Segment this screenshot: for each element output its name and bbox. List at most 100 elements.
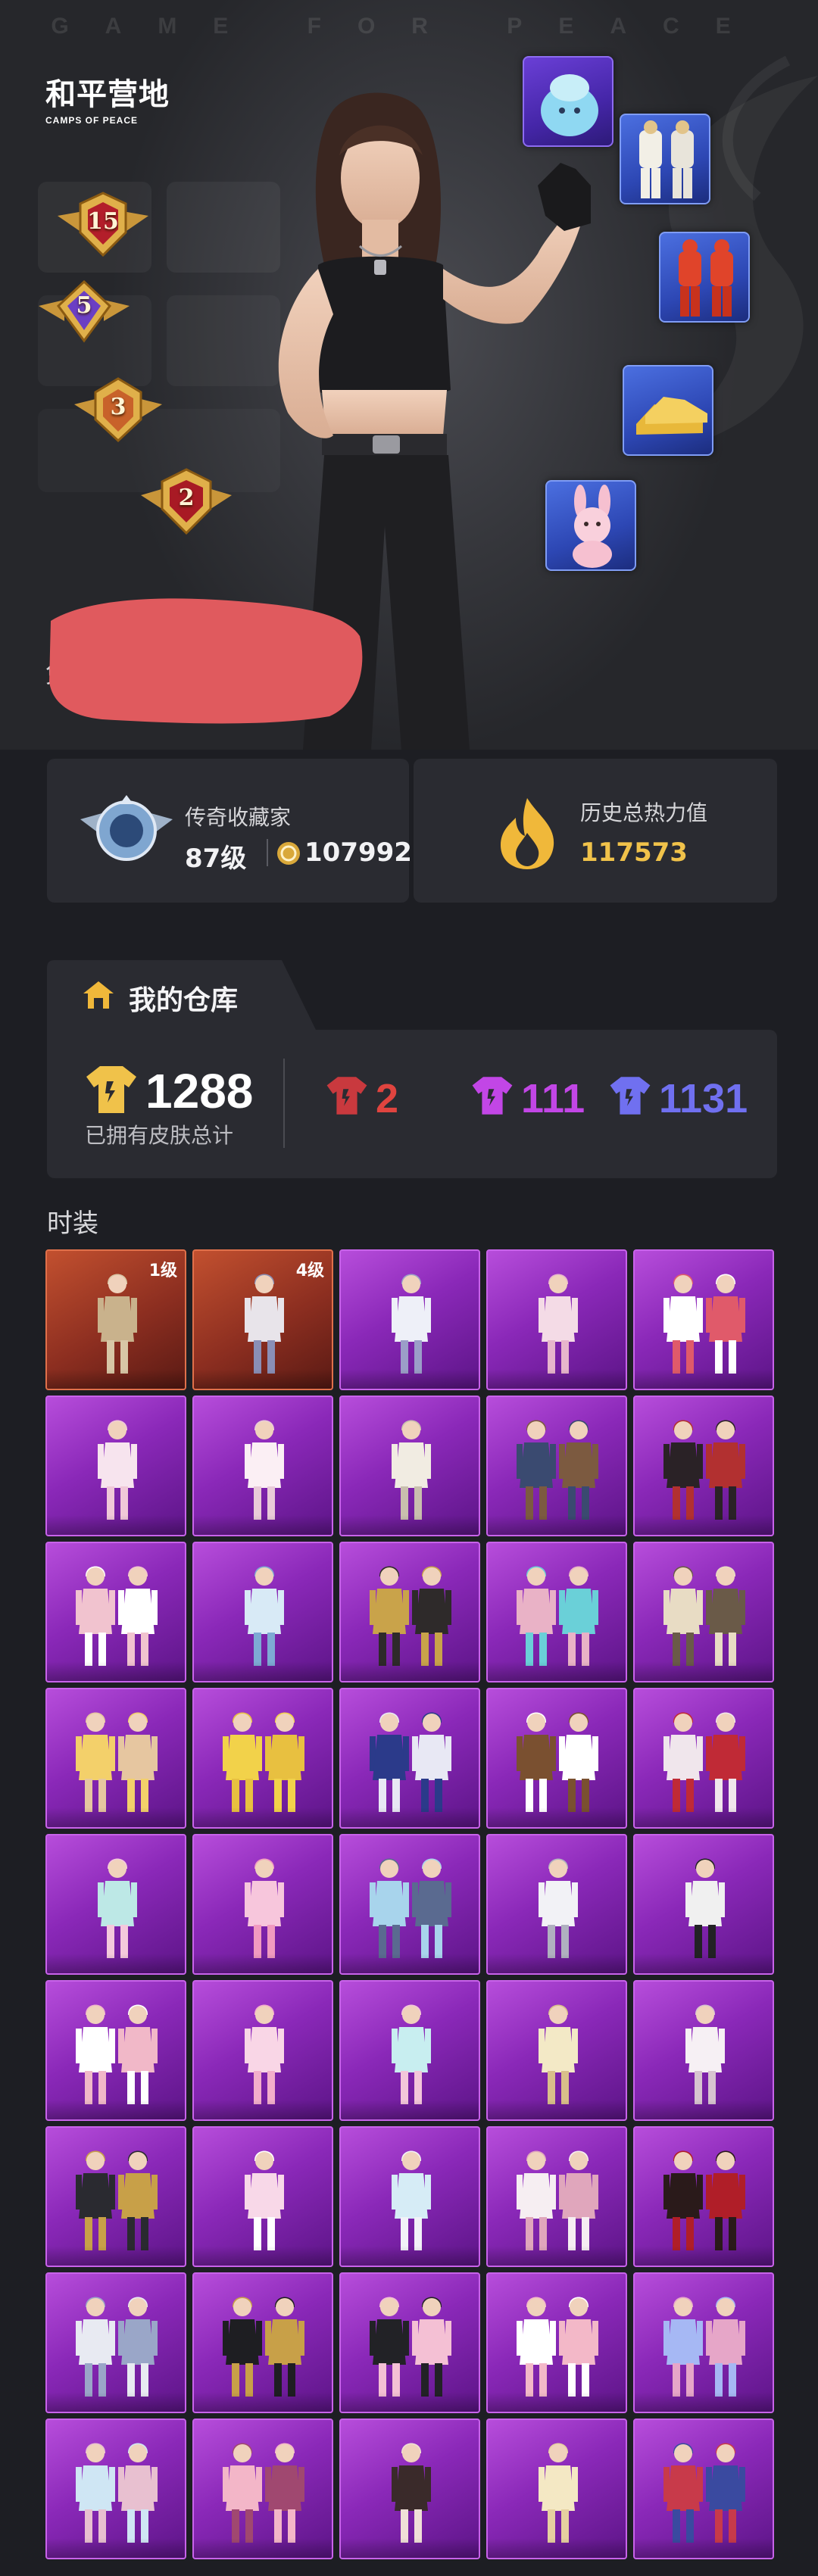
outfit-figure-icon	[370, 1566, 451, 1666]
rank-badge-orange[interactable]: 3	[68, 371, 168, 454]
hero-watermark: GAME FOR PEACE	[51, 14, 767, 39]
outfit-tile[interactable]	[633, 1249, 774, 1390]
outfit-figure-icon	[370, 1858, 451, 1958]
app-logo[interactable]: 和平营地 CAMPS OF PEACE	[45, 70, 197, 126]
outfit-figure-icon	[685, 1858, 725, 1958]
outfit-tile[interactable]	[486, 2272, 627, 2413]
outfit-tile[interactable]	[633, 2419, 774, 2559]
outfit-tile[interactable]	[339, 1396, 480, 1536]
outfit-tile[interactable]	[633, 1834, 774, 1975]
outfit-tile[interactable]	[486, 1396, 627, 1536]
rank-number: 3	[110, 394, 126, 420]
collector-emblem-icon	[80, 795, 173, 861]
red-tier-count: 2	[376, 1076, 399, 1121]
outfit-tile[interactable]	[45, 1396, 186, 1536]
flame-icon	[501, 798, 554, 869]
outfit-figure-icon	[76, 2004, 158, 2104]
blue-tier-count: 1131	[659, 1076, 748, 1121]
outfit-tile[interactable]	[45, 1980, 186, 2121]
sneaker-icon	[636, 397, 707, 435]
outfit-figure-icon	[76, 2443, 158, 2543]
showcase-item-blue-plush-hat[interactable]	[523, 56, 614, 147]
outfit-figure-icon	[663, 2297, 745, 2397]
outfit-figure-icon	[392, 2004, 431, 2104]
outfit-figure-icon	[663, 2150, 745, 2250]
outfit-tile[interactable]	[192, 1396, 333, 1536]
outfit-tile[interactable]	[45, 1542, 186, 1683]
outfit-figure-icon	[245, 2150, 284, 2250]
outfit-tile[interactable]	[192, 1688, 333, 1829]
outfit-tile[interactable]	[339, 1980, 480, 2121]
outfit-tile[interactable]	[486, 2419, 627, 2559]
outfit-tile[interactable]	[486, 1542, 627, 1683]
outfit-tile[interactable]	[633, 1688, 774, 1829]
outfit-tile[interactable]	[339, 1542, 480, 1683]
outfit-figure-icon	[539, 1858, 578, 1958]
outfit-tile[interactable]	[45, 2126, 186, 2267]
heat-value: 117573	[580, 837, 688, 868]
outfit-tile[interactable]: 4级	[192, 1249, 333, 1390]
outfit-tile[interactable]: 1级	[45, 1249, 186, 1390]
outfit-tile[interactable]	[192, 2126, 333, 2267]
warehouse-tab[interactable]: 我的仓库	[47, 960, 320, 1030]
outfit-figure-icon	[76, 1566, 158, 1666]
outfit-figure-icon	[539, 2443, 578, 2543]
outfit-figure-icon	[663, 1712, 745, 1812]
outfit-figure-icon	[517, 1566, 598, 1666]
outfit-figure-icon	[76, 2150, 158, 2250]
outfit-figure-icon	[663, 1274, 745, 1374]
rank-badge-purple[interactable]: 5	[34, 273, 134, 356]
outfit-tile[interactable]	[192, 2272, 333, 2413]
outfit-tile[interactable]	[486, 2126, 627, 2267]
outfit-pair-icon	[679, 239, 733, 317]
outfit-tile[interactable]	[339, 1688, 480, 1829]
outfit-tile[interactable]	[633, 2272, 774, 2413]
outfit-tile[interactable]	[192, 1834, 333, 1975]
showcase-item-red-outfit-pair[interactable]	[659, 232, 750, 323]
outfit-figure-icon	[245, 1566, 284, 1666]
outfit-figure-icon	[517, 1712, 598, 1812]
outfit-tile[interactable]	[339, 2126, 480, 2267]
hero-banner: GAME FOR PEACE 和平营地 CAMPS OF PEACE 15 5 …	[0, 0, 818, 750]
outfit-tile[interactable]	[486, 1249, 627, 1390]
outfit-tile[interactable]	[192, 1542, 333, 1683]
showcase-item-pink-bunny-plush[interactable]	[545, 480, 636, 571]
collector-card[interactable]: 传奇收藏家 87级 107992	[47, 759, 412, 903]
heat-card[interactable]: 历史总热力值 117573	[414, 759, 777, 903]
outfit-tile[interactable]	[45, 2272, 186, 2413]
outfit-tile[interactable]	[339, 2272, 480, 2413]
showcase-item-white-outfit-pair[interactable]	[620, 114, 710, 204]
outfit-tile[interactable]	[339, 1834, 480, 1975]
logo-main-text: 和平营地	[45, 77, 170, 112]
outfit-tile[interactable]	[339, 1249, 480, 1390]
outfit-tile[interactable]	[633, 1396, 774, 1536]
outfit-figure-icon	[517, 1420, 598, 1520]
outfit-figure-icon	[223, 2443, 304, 2543]
outfit-tile[interactable]	[633, 2126, 774, 2267]
total-skins-count: 1288	[145, 1064, 254, 1118]
redaction-mark	[49, 598, 363, 724]
outfit-tile[interactable]	[45, 2419, 186, 2559]
showcase-item-gold-sneakers[interactable]	[623, 365, 713, 456]
outfit-tile[interactable]	[486, 1834, 627, 1975]
blue-shirt-icon	[610, 1077, 651, 1115]
outfit-tile[interactable]	[633, 1980, 774, 2121]
outfit-figure-icon	[245, 1858, 284, 1958]
stat-divider	[267, 839, 268, 866]
outfit-tile[interactable]	[192, 1980, 333, 2121]
outfit-pair-icon	[639, 120, 694, 198]
rank-badge-gold[interactable]: 15	[53, 186, 153, 269]
outfit-tile[interactable]	[45, 1688, 186, 1829]
fashion-section-title: 时装	[47, 1208, 98, 1239]
outfit-tile[interactable]	[339, 2419, 480, 2559]
outfit-figure-icon	[370, 2297, 451, 2397]
outfit-figure-icon	[392, 2150, 431, 2250]
purple-tier-count: 111	[521, 1076, 585, 1121]
points-coin-icon	[277, 842, 300, 865]
outfit-tile[interactable]	[633, 1542, 774, 1683]
outfit-tile[interactable]	[192, 2419, 333, 2559]
outfit-tile[interactable]	[486, 1980, 627, 2121]
rank-number: 5	[76, 292, 92, 319]
outfit-tile[interactable]	[486, 1688, 627, 1829]
outfit-tile[interactable]	[45, 1834, 186, 1975]
